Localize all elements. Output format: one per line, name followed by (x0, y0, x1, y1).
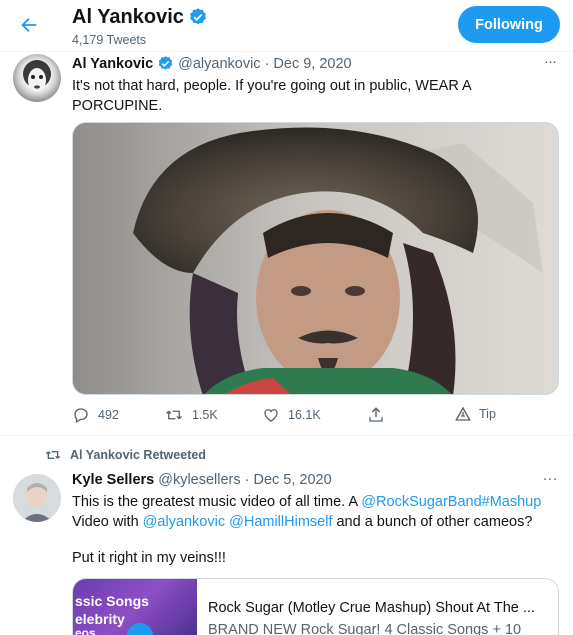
heart-icon (264, 409, 278, 422)
profile-title-block: Al Yankovic 4,179 Tweets (72, 5, 208, 47)
tweet-header: Al Yankovic @alyankovic · Dec 9, 2020 (72, 55, 352, 72)
following-button[interactable]: Following (458, 6, 560, 43)
tweet-date[interactable]: Dec 9, 2020 (273, 56, 351, 72)
tweet-text-line: This is the greatest music video of all … (72, 492, 562, 512)
card-description: BRAND NEW Rock Sugar! 4 Classic Songs + … (208, 622, 522, 635)
tweet-photo[interactable] (72, 122, 559, 395)
hashtag-link[interactable]: #Mashup (482, 494, 542, 510)
tweet-text-line: PORCUPINE. (72, 98, 163, 114)
porcupine-hat-photo (73, 123, 558, 394)
avatar-image (13, 474, 61, 522)
mention-link[interactable]: @HamillHimself (229, 514, 332, 530)
share-button[interactable] (367, 406, 385, 424)
tip-icon (455, 406, 471, 421)
like-count: 16.1K (288, 408, 321, 422)
more-options-button[interactable]: ··· (540, 470, 560, 487)
separator-dot: · (244, 472, 250, 488)
retweet-icon (166, 410, 182, 420)
verified-badge-icon (158, 56, 173, 70)
profile-header: Al Yankovic 4,179 Tweets Following (0, 0, 573, 52)
link-preview-card[interactable]: ssic Songs elebrity eos Rock Sugar (Motl… (72, 578, 559, 635)
tweet-text-line: It's not that hard, people. If you're go… (72, 78, 472, 94)
author-handle[interactable]: @alyankovic (178, 56, 260, 72)
retweet-count: 1.5K (192, 408, 218, 422)
mention-link[interactable]: @alyankovic (143, 514, 225, 530)
avatar-image (23, 60, 51, 92)
author-handle[interactable]: @kylesellers (158, 472, 240, 488)
tweet-header: Kyle Sellers @kylesellers · Dec 5, 2020 (72, 472, 332, 488)
tweet-date[interactable]: Dec 5, 2020 (253, 472, 331, 488)
tweet-count: 4,179 Tweets (72, 33, 147, 47)
tweet-text: This is the greatest music video of all … (72, 492, 562, 532)
tweet-text-segment: Video with (72, 514, 143, 530)
reply-icon (74, 408, 88, 423)
retweet-context: Al Yankovic Retweeted (44, 447, 206, 463)
avatar[interactable] (13, 54, 61, 102)
avatar[interactable] (13, 474, 61, 522)
retweet-icon (45, 451, 61, 459)
reply-count: 492 (98, 408, 119, 422)
author-name[interactable]: Al Yankovic (72, 56, 153, 72)
tweet-text-segment: This is the greatest music video of all … (72, 494, 362, 510)
like-button[interactable]: 16.1K (262, 406, 321, 424)
tweet-text-line: Video with @alyankovic @HamillHimself an… (72, 512, 562, 532)
tweet[interactable]: Al Yankovic @alyankovic · Dec 9, 2020 ··… (0, 52, 573, 436)
mention-link[interactable]: @RockSugarBand (361, 494, 481, 510)
play-icon (127, 623, 153, 635)
thumbnail-text: eos (75, 626, 96, 635)
retweeted-by-label[interactable]: Al Yankovic Retweeted (70, 448, 206, 462)
profile-name: Al Yankovic (72, 6, 184, 28)
tweet-actions: 492 1.5K 16.1K Tip (72, 406, 542, 428)
tweet-text: It's not that hard, people. If you're go… (72, 76, 542, 116)
back-button[interactable] (14, 10, 44, 40)
thumbnail-text: ssic Songs (75, 593, 149, 609)
share-icon (369, 407, 383, 422)
tweet-text-segment: and a bunch of other cameos? (332, 514, 533, 530)
tip-button[interactable]: Tip (455, 406, 496, 422)
author-name[interactable]: Kyle Sellers (72, 472, 154, 488)
tweet-text-line: Put it right in my veins!!! (72, 550, 226, 566)
arrow-left-icon (21, 17, 37, 33)
retweet-button[interactable]: 1.5K (164, 406, 218, 424)
card-title: Rock Sugar (Motley Crue Mashup) Shout At… (208, 600, 535, 616)
card-thumbnail: ssic Songs elebrity eos (73, 579, 197, 635)
separator-dot: · (264, 55, 270, 72)
verified-badge-icon (190, 8, 206, 25)
more-options-button[interactable]: ··· (540, 53, 560, 70)
reply-button[interactable]: 492 (72, 406, 119, 424)
tip-label: Tip (479, 407, 496, 421)
